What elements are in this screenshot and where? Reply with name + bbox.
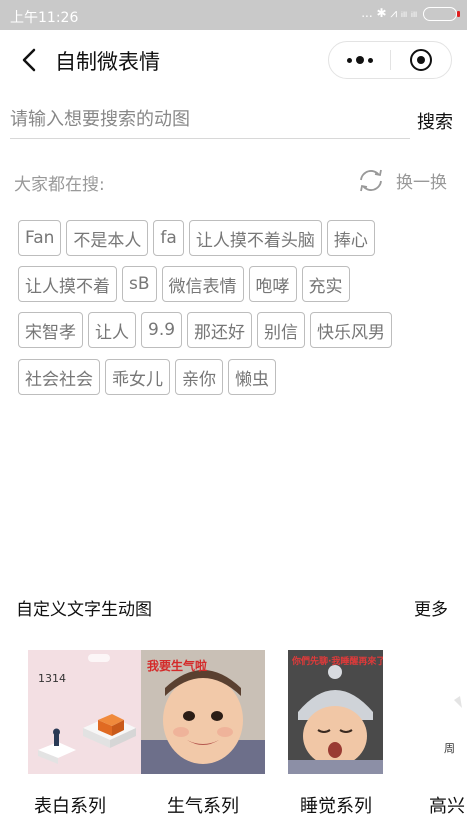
page-title: 自制微表情 [55, 50, 160, 74]
refresh-button[interactable]: 换一换 [356, 167, 447, 193]
series-label[interactable]: 生气系列 [141, 792, 265, 818]
search-tag[interactable]: 不是本人 [66, 220, 149, 256]
image-caption: 1314 [38, 672, 66, 685]
refresh-label: 换一换 [396, 172, 447, 193]
search-tag[interactable]: 快乐风男 [310, 312, 393, 348]
section-title: 自定义文字生动图 [16, 600, 152, 620]
image-caption: 我要生气啦 [147, 658, 207, 673]
search-tag[interactable]: 让人摸不着头脑 [188, 220, 322, 256]
happy-series-thumbnail[interactable]: 周 [430, 650, 467, 774]
status-bar: 上午11:26 ... ✱ ⩘ ᵢₗₗ ᵢₗₗ [0, 0, 467, 30]
dot-icon [367, 57, 373, 63]
refresh-icon [360, 169, 382, 192]
series-label[interactable]: 睡觉系列 [274, 792, 398, 818]
image-caption: 周 [444, 742, 455, 755]
search-tag[interactable]: 让人 [88, 312, 136, 348]
sleeping-baby-image: 你們先聊·我睡醒再來了! [288, 650, 383, 774]
search-tag[interactable]: 充实 [301, 266, 350, 302]
search-tag[interactable]: 乖女儿 [105, 359, 170, 395]
angry-baby-image: 我要生气啦 [141, 650, 265, 774]
search-tag[interactable]: fa [153, 220, 184, 256]
target-icon [409, 49, 432, 71]
search-tag[interactable]: 那还好 [187, 312, 253, 348]
nav-bar: 自制微表情 [0, 30, 467, 90]
search-tag[interactable]: 咆哮 [248, 266, 297, 302]
sleep-series-thumbnail[interactable]: 你們先聊·我睡醒再來了! [288, 650, 383, 774]
search-tag[interactable]: Fan [18, 220, 62, 256]
angry-series-thumbnail[interactable]: 我要生气啦 [141, 650, 265, 774]
dot-icon [355, 56, 364, 64]
mini-program-capsule [328, 41, 452, 79]
signal-icons: ... ✱ ⩘ ᵢₗₗ ᵢₗₗ [361, 6, 417, 20]
tag-row: 让人摸不着 sB 微信表情 咆哮 充实 [18, 266, 350, 302]
search-tag[interactable]: 9.9 [141, 312, 183, 348]
image-caption: 你們先聊·我睡醒再來了! [291, 655, 383, 667]
confession-series-thumbnail[interactable]: 1314 [28, 650, 152, 774]
back-icon[interactable] [18, 46, 42, 74]
tag-row: 宋智孝 让人 9.9 那还好 别信 快乐风男 [18, 312, 393, 348]
search-tag[interactable]: 微信表情 [161, 266, 244, 302]
dot-icon [346, 57, 352, 63]
search-tag[interactable]: 别信 [257, 312, 306, 348]
search-tag[interactable]: 社会社会 [18, 359, 100, 395]
more-link[interactable]: 更多 [414, 595, 448, 620]
confession-scene-image: 1314 [28, 650, 152, 774]
search-tag[interactable]: 懒虫 [228, 359, 276, 395]
more-menu-button[interactable] [329, 42, 390, 78]
search-tag[interactable]: 捧心 [326, 220, 375, 256]
battery-icon [423, 6, 460, 21]
happy-series-image: 周 [430, 650, 467, 774]
search-tag[interactable]: 宋智孝 [18, 312, 83, 348]
tag-row: 社会社会 乖女儿 亲你 懒虫 [18, 359, 276, 395]
status-icons: ... ✱ ⩘ ᵢₗₗ ᵢₗₗ [361, 6, 460, 21]
search-button[interactable]: 搜索 [417, 108, 453, 134]
tag-row: Fan 不是本人 fa 让人摸不着头脑 捧心 [18, 220, 375, 256]
search-input[interactable] [10, 101, 410, 139]
search-tag[interactable]: 让人摸不着 [18, 266, 117, 302]
series-label[interactable]: 表白系列 [8, 792, 132, 818]
series-label[interactable]: 高兴 [429, 792, 467, 818]
hot-search-title: 大家都在搜: [14, 175, 105, 195]
status-time: 上午11:26 [10, 10, 79, 26]
search-tag[interactable]: sB [122, 266, 157, 302]
search-tag[interactable]: 亲你 [175, 359, 223, 395]
close-mini-program-button[interactable] [391, 42, 451, 78]
